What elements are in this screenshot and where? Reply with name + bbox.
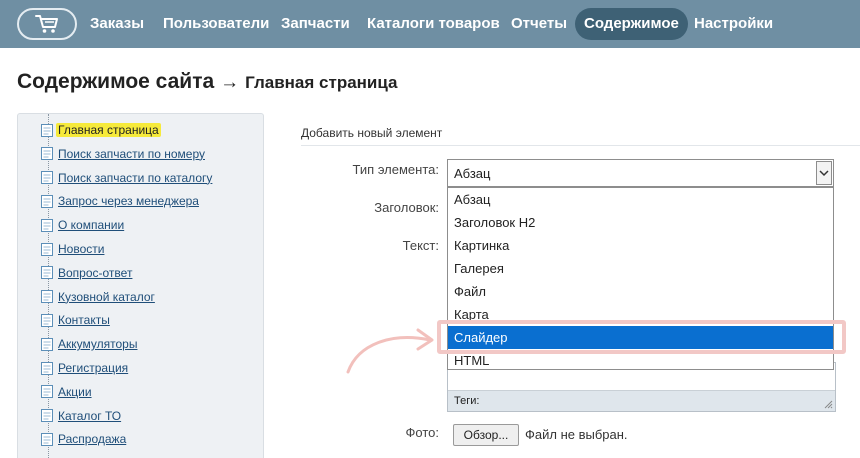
page-icon — [41, 266, 53, 280]
chevron-down-icon — [819, 169, 829, 176]
cart-button[interactable] — [17, 8, 77, 40]
resize-grip-icon[interactable] — [824, 400, 833, 409]
sidebar-item-label: Аккумуляторы — [58, 337, 138, 352]
select-dropdown-button[interactable] — [816, 161, 832, 185]
sidebar-item[interactable]: Вопрос-ответ — [40, 265, 134, 281]
sidebar-item[interactable]: О компании — [40, 217, 126, 233]
annotation-arrow-icon — [346, 328, 434, 374]
sidebar-item-label: Кузовной каталог — [58, 289, 155, 304]
nav-content[interactable]: Содержимое — [575, 8, 688, 40]
page-icon — [41, 361, 53, 375]
nav-settings[interactable]: Настройки — [685, 8, 782, 40]
page-icon — [41, 432, 53, 446]
sidebar-item[interactable]: Каталог ТО — [40, 408, 123, 424]
nav-reports[interactable]: Отчеты — [502, 8, 576, 40]
dropdown-option[interactable]: Галерея — [448, 257, 833, 280]
sidebar-item[interactable]: Поиск запчасти по каталогу — [40, 170, 214, 186]
dropdown-option[interactable]: Заголовок H2 — [448, 211, 833, 234]
sidebar-item-label: Вопрос-ответ — [58, 265, 133, 280]
element-type-selected-value: Абзац — [454, 166, 491, 181]
page-icon — [41, 385, 53, 399]
annotation-highlight-box — [437, 320, 846, 354]
sidebar-item-label: Акции — [58, 384, 92, 399]
sidebar-item-label: Новости — [58, 242, 105, 256]
sidebar-item-label: Поиск запчасти по номеру — [58, 146, 205, 161]
page-icon — [41, 218, 53, 232]
browse-file-button[interactable]: Обзор... — [453, 424, 519, 446]
sidebar-item-label: О компании — [58, 218, 125, 233]
sidebar-item[interactable]: Главная страница — [40, 122, 161, 138]
top-navigation: Заказы Пользователи Запчасти Каталоги то… — [0, 0, 860, 48]
sidebar-item[interactable]: Кузовной каталог — [40, 289, 157, 305]
no-file-status: Файл не выбран. — [525, 427, 628, 442]
sidebar-page-tree: Главная страница Поиск запчасти по номеру… — [17, 113, 264, 458]
form-divider — [301, 145, 860, 146]
page-icon — [41, 147, 53, 161]
nav-catalogs[interactable]: Каталоги товаров — [358, 8, 509, 40]
sidebar-item-label: Распродажа — [58, 432, 127, 447]
sidebar-item[interactable]: Поиск запчасти по номеру — [40, 146, 207, 162]
page-title: Содержимое сайта → Главная страница — [17, 70, 397, 94]
heading-label: Заголовок: — [374, 200, 439, 215]
page-icon — [41, 313, 53, 327]
page-icon — [41, 242, 53, 256]
page-title-main: Содержимое сайта — [17, 70, 215, 93]
page-icon — [41, 337, 53, 351]
tags-label: Теги: — [454, 395, 480, 407]
sidebar-item-label: Регистрация — [58, 361, 129, 375]
tags-bar: Теги: — [448, 390, 835, 411]
sidebar-item[interactable]: Акции — [40, 384, 94, 400]
cart-icon — [35, 15, 58, 33]
photo-label: Фото: — [405, 425, 439, 440]
sidebar-item[interactable]: Запрос через менеджера — [40, 193, 201, 209]
sidebar-item-label: Каталог ТО — [58, 408, 122, 423]
dropdown-option[interactable]: Абзац — [448, 188, 833, 211]
form-title: Добавить новый элемент — [301, 126, 443, 140]
sidebar-item[interactable]: Аккумуляторы — [40, 336, 139, 352]
page-icon — [41, 123, 53, 137]
dropdown-option[interactable]: Картинка — [448, 234, 833, 257]
sidebar-item[interactable]: Новости — [40, 241, 106, 257]
sidebar-item-label: Запрос через менеджера — [58, 194, 199, 209]
breadcrumb-arrow: → — [220, 72, 240, 93]
page-icon — [41, 290, 53, 304]
text-label: Текст: — [402, 238, 439, 253]
element-type-select[interactable]: Абзац — [447, 159, 834, 187]
nav-orders[interactable]: Заказы — [81, 8, 153, 40]
sidebar-item[interactable]: Распродажа — [40, 431, 128, 447]
sidebar-item-label: Главная страница — [56, 123, 161, 137]
tree-connector-line — [48, 114, 49, 458]
dropdown-option[interactable]: Файл — [448, 280, 833, 303]
nav-users[interactable]: Пользователи — [154, 8, 278, 40]
sidebar-item-label: Поиск запчасти по каталогу — [58, 170, 213, 185]
page-icon — [41, 171, 53, 185]
sidebar-item[interactable]: Регистрация — [40, 360, 130, 376]
page-icon — [41, 409, 53, 423]
nav-parts[interactable]: Запчасти — [272, 8, 359, 40]
sidebar-item-label: Контакты — [58, 313, 110, 328]
page-title-sub: Главная страница — [245, 73, 398, 92]
element-type-label: Тип элемента: — [352, 162, 439, 177]
page-icon — [41, 194, 53, 208]
sidebar-item[interactable]: Контакты — [40, 312, 112, 328]
